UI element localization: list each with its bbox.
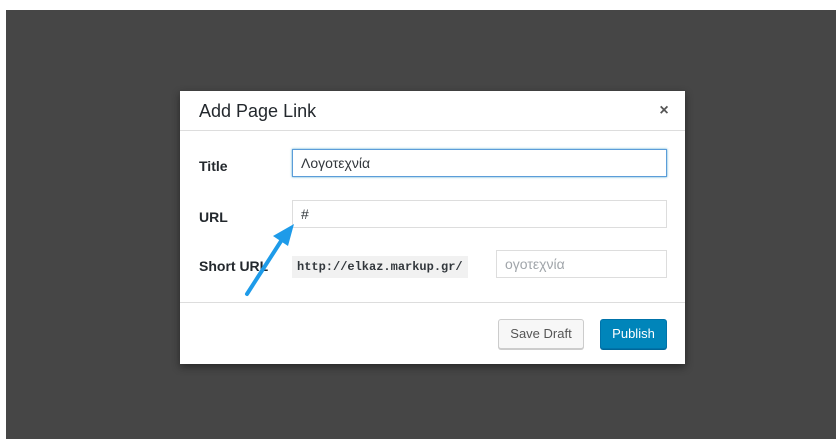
close-icon[interactable]: × — [656, 100, 672, 122]
dialog-title: Add Page Link — [199, 101, 317, 121]
save-draft-button[interactable]: Save Draft — [498, 319, 584, 349]
title-input[interactable] — [292, 149, 667, 177]
title-label: Title — [199, 158, 228, 174]
short-url-label: Short URL — [199, 258, 269, 274]
slug-input[interactable] — [496, 250, 667, 278]
publish-button[interactable]: Publish — [600, 319, 667, 349]
dialog-footer: Save Draft Publish — [180, 302, 685, 364]
dialog-header: Add Page Link × — [180, 91, 685, 131]
url-label: URL — [199, 209, 228, 225]
short-url-prefix: http://elkaz.markup.gr/ — [292, 256, 468, 278]
add-page-link-dialog: Add Page Link × Title URL Short URL http… — [180, 91, 685, 364]
url-input[interactable] — [292, 200, 667, 228]
